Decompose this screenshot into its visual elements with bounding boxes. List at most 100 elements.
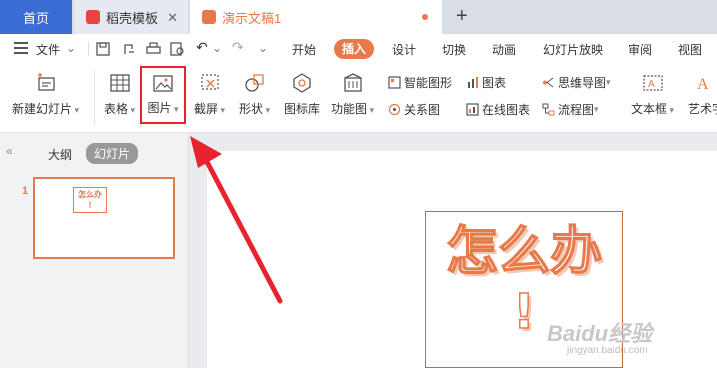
hamburger-icon[interactable] <box>14 42 28 54</box>
smart-shape-button[interactable]: 智能图形 <box>388 74 452 91</box>
online-chart-icon <box>466 103 479 116</box>
divider <box>88 42 89 56</box>
menu-animation[interactable]: 动画 <box>492 41 516 58</box>
menu-view[interactable]: 视图 <box>678 41 702 58</box>
table-button[interactable]: 表格 ▾ <box>104 72 135 117</box>
chevron-down-icon: ▾ <box>606 77 611 87</box>
shape-button[interactable]: 形状 ▾ <box>239 72 270 117</box>
slide-number: 1 <box>22 185 29 197</box>
flowchart-icon <box>542 103 555 116</box>
relation-chart-button[interactable]: 关系图 <box>388 101 440 118</box>
print-icon[interactable] <box>146 42 161 56</box>
slide-thumbnail-panel: « 大纲 幻灯片 1 怎么办 ! <box>0 133 189 368</box>
screenshot-label: 截屏 <box>194 102 219 116</box>
art-text-icon: A <box>697 76 709 93</box>
svg-text:A: A <box>697 76 709 93</box>
new-slide-icon <box>37 73 55 91</box>
shape-label: 形状 <box>239 102 264 116</box>
relation-chart-icon <box>388 103 401 116</box>
chevron-down-icon: ▾ <box>594 104 599 114</box>
chart-icon <box>468 77 478 88</box>
table-icon <box>109 74 130 92</box>
text-box-button[interactable]: A 文本框 ▾ <box>631 72 674 117</box>
tab-document-label: 演示文稿1 <box>222 10 282 26</box>
table-label: 表格 <box>104 102 129 116</box>
tab-bar: 首页 稻壳模板 ✕ 演示文稿1 + <box>0 0 717 34</box>
svg-text:A: A <box>648 79 655 90</box>
presentation-icon <box>202 10 216 24</box>
redo-icon[interactable]: ↷ <box>232 39 244 56</box>
online-chart-button[interactable]: 在线图表 <box>466 101 530 118</box>
function-chart-button[interactable]: 功能图 ▾ <box>331 72 374 117</box>
icon-library-icon <box>293 73 311 93</box>
tab-templates-label: 稻壳模板 <box>106 10 159 26</box>
icon-library-button[interactable]: 图标库 <box>284 72 320 117</box>
function-chart-icon <box>343 73 362 92</box>
menu-transitions[interactable]: 切换 <box>442 41 466 58</box>
mind-map-icon <box>543 77 554 88</box>
menu-insert[interactable]: 插入 <box>334 39 375 59</box>
picture-icon <box>153 75 173 92</box>
function-chart-label: 功能图 <box>331 102 368 116</box>
menu-home[interactable]: 开始 <box>292 41 316 58</box>
new-tab-button[interactable]: + <box>456 5 468 28</box>
export-icon[interactable] <box>122 42 136 56</box>
unsaved-dot-icon <box>422 14 428 20</box>
smart-shape-label: 智能图形 <box>404 76 453 90</box>
picture-label: 图片 <box>147 101 172 115</box>
chevron-down-icon[interactable]: ⌄ <box>66 41 76 55</box>
smart-shape-icon <box>388 76 401 89</box>
new-slide-label: 新建幻灯片 <box>12 102 73 116</box>
save-icon[interactable] <box>96 42 110 56</box>
text-box-label: 文本框 <box>631 102 668 116</box>
slide-canvas[interactable]: 怎么办 ! Baidu经验 jingyan.baidu.com <box>207 151 717 368</box>
art-text-button[interactable]: A 艺术字 <box>688 72 717 117</box>
chevron-down-icon: ▾ <box>263 105 271 115</box>
chart-button[interactable]: 图表 <box>466 74 506 91</box>
picture-button[interactable]: 图片 ▾ <box>140 66 186 124</box>
menu-slideshow[interactable]: 幻灯片放映 <box>543 41 603 58</box>
collapse-panel-icon[interactable]: « <box>6 144 13 158</box>
tab-slides[interactable]: 幻灯片 <box>86 143 139 164</box>
tab-document[interactable]: 演示文稿1 <box>190 0 442 34</box>
tab-templates[interactable]: 稻壳模板 ✕ <box>74 0 188 34</box>
chevron-down-icon: ▾ <box>128 105 136 115</box>
chevron-down-icon: ▾ <box>367 105 375 115</box>
menu-design[interactable]: 设计 <box>392 41 416 58</box>
scissors-icon <box>200 74 219 90</box>
text-box-icon: A <box>642 75 663 91</box>
online-chart-label: 在线图表 <box>482 103 531 117</box>
chevron-down-icon[interactable]: ⌄ <box>212 41 222 55</box>
icon-library-label: 图标库 <box>284 102 321 116</box>
thumbnail-textbox: 怎么办 ! <box>73 187 107 213</box>
print-preview-icon[interactable] <box>170 42 185 56</box>
docer-logo-icon <box>86 10 100 24</box>
chevron-down-icon: ▾ <box>171 104 179 114</box>
menu-bar: 文件 ⌄ ↶ ⌄ ↷ ⌄ 开始 插入 设计 切换 动画 幻灯片放映 审阅 视图 <box>0 34 717 64</box>
flowchart-button[interactable]: 流程图 ▾ <box>542 101 599 118</box>
mind-map-label: 思维导图 <box>558 76 607 90</box>
tab-home-label: 首页 <box>22 10 49 26</box>
new-slide-button[interactable]: 新建幻灯片 ▾ <box>12 72 79 117</box>
relation-chart-label: 关系图 <box>404 103 441 117</box>
tab-outline[interactable]: 大纲 <box>48 146 72 163</box>
thumbnail-exclamation: ! <box>88 200 92 210</box>
menu-file[interactable]: 文件 <box>36 41 60 58</box>
close-icon[interactable]: ✕ <box>167 10 178 26</box>
chevron-down-icon: ▾ <box>667 105 675 115</box>
watermark-url: jingyan.baidu.com <box>567 345 648 356</box>
chevron-down-icon: ▾ <box>218 105 226 115</box>
mind-map-button[interactable]: 思维导图 ▾ <box>542 74 611 91</box>
ribbon: 新建幻灯片 ▾ 表格 ▾ 图片 ▾ 截屏 ▾ 形状 ▾ 图标库 功能图 ▾ 智能… <box>0 64 717 133</box>
slide-thumbnail[interactable]: 怎么办 ! <box>33 177 175 259</box>
chart-label: 图表 <box>482 76 507 90</box>
tab-home[interactable]: 首页 <box>0 0 72 34</box>
chevron-down-icon: ▾ <box>72 105 80 115</box>
undo-icon[interactable]: ↶ <box>196 39 208 56</box>
screenshot-button[interactable]: 截屏 ▾ <box>194 72 225 117</box>
menu-review[interactable]: 审阅 <box>628 41 652 58</box>
slide-editing-area: 怎么办 ! Baidu经验 jingyan.baidu.com <box>189 133 717 368</box>
more-options-icon[interactable]: ⌄ <box>258 41 268 55</box>
flowchart-label: 流程图 <box>558 103 595 117</box>
art-text-label: 艺术字 <box>688 102 717 116</box>
